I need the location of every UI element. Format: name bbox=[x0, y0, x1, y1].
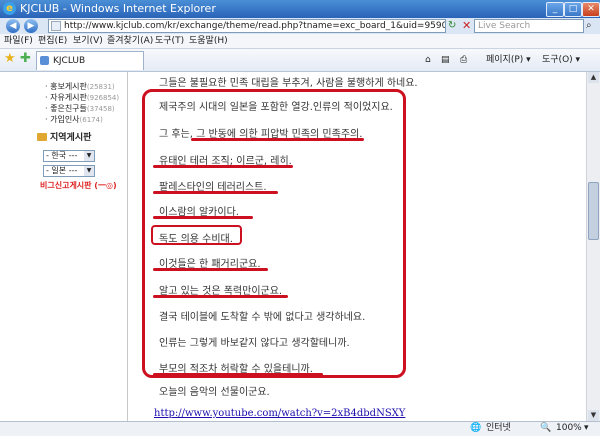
region-select-korea[interactable]: - 한국 --- ▼ bbox=[43, 150, 95, 162]
red-underline bbox=[153, 295, 288, 298]
zoom-level[interactable]: 100% bbox=[556, 422, 582, 435]
article-line: 그들은 불필요한 민족 대립을 부추겨, 사람을 불행하게 하네요. bbox=[159, 78, 418, 89]
region-board-title: 지역게시판 bbox=[37, 130, 91, 143]
close-icon[interactable]: ✕ bbox=[582, 2, 600, 17]
search-input[interactable]: Live Search bbox=[474, 19, 584, 33]
tools-menu-label: 도구(O) bbox=[542, 55, 573, 65]
back-icon[interactable]: ◀ bbox=[6, 19, 20, 33]
article-line: 오늘의 음악의 선물이군요. bbox=[159, 387, 270, 398]
home-icon[interactable]: ⌂ bbox=[425, 53, 431, 67]
favorites-star-icon[interactable]: ★ bbox=[4, 52, 18, 66]
address-input[interactable]: http://www.kjclub.com/kr/exchange/theme/… bbox=[48, 19, 446, 33]
select-value: - 일본 --- bbox=[46, 166, 78, 175]
tools-menu-button[interactable]: 도구(O) ▾ bbox=[542, 53, 580, 67]
print-icon[interactable]: ⎙ bbox=[460, 53, 467, 67]
sidebar-item-label: 홍보게시판 bbox=[50, 82, 87, 91]
menu-favorites[interactable]: 즐겨찾기(A) bbox=[107, 34, 153, 48]
sidebar-item-label: 가입인사 bbox=[50, 115, 80, 124]
tab-title: KJCLUB bbox=[53, 56, 86, 66]
page-menu-button[interactable]: 페이지(P) ▾ bbox=[486, 53, 531, 67]
chevron-down-icon[interactable]: ▾ bbox=[584, 422, 589, 435]
title-bar: e KJCLUB - Windows Internet Explorer _ □… bbox=[0, 0, 600, 18]
article-line: 결국 테이블에 도착할 수 밖에 없다고 생각하네요. bbox=[159, 312, 366, 323]
scroll-thumb[interactable] bbox=[588, 182, 599, 240]
scroll-down-icon[interactable]: ▼ bbox=[588, 410, 599, 421]
scroll-up-icon[interactable]: ▲ bbox=[588, 72, 599, 83]
maximize-icon[interactable]: □ bbox=[564, 2, 582, 17]
menu-tools[interactable]: 도구(T) bbox=[155, 34, 184, 48]
sidebar-item-friends[interactable]: · 좋은친구들(37458) bbox=[45, 103, 115, 114]
sidebar-item-free[interactable]: · 자유게시판(926854) bbox=[45, 92, 119, 103]
sidebar-item-promo[interactable]: · 홍보게시판(25831) bbox=[45, 81, 115, 92]
sidebar-item-count: (6174) bbox=[79, 116, 103, 124]
feeds-icon[interactable]: ▤ bbox=[441, 53, 450, 67]
status-bar: 🌐 인터넷 🔍 100% ▾ bbox=[0, 421, 600, 436]
menu-bar: 파일(F) 편집(E) 보기(V) 즐겨찾기(A) 도구(T) 도움말(H) bbox=[0, 34, 600, 49]
page-icon bbox=[51, 21, 61, 31]
sidebar-item-label: 자유게시판 bbox=[50, 93, 87, 102]
add-favorites-icon[interactable]: ✚ bbox=[20, 52, 34, 66]
youtube-link[interactable]: http://www.youtube.com/watch?v=2xB4dbdNS… bbox=[154, 408, 405, 419]
url-text: http://www.kjclub.com/kr/exchange/theme/… bbox=[64, 21, 445, 31]
red-underline bbox=[153, 191, 278, 194]
red-underline bbox=[153, 216, 253, 219]
red-underline bbox=[191, 138, 364, 141]
ie-logo-icon: e bbox=[3, 2, 16, 15]
sidebar-item-label: 좋은친구들 bbox=[50, 104, 87, 113]
sidebar-item-count: (926854) bbox=[86, 94, 120, 102]
article-body: 그들은 불필요한 민족 대립을 부추겨, 사람을 불행하게 하네요. 제국주의 … bbox=[128, 72, 586, 421]
minimize-icon[interactable]: _ bbox=[546, 2, 564, 17]
article-line: 제국주의 시대의 일본을 포함한 열강.인류의 적이었지요. bbox=[159, 102, 393, 113]
red-underline bbox=[153, 268, 268, 271]
vertical-scrollbar[interactable]: ▲ ▼ bbox=[586, 72, 600, 421]
chevron-down-icon: ▼ bbox=[84, 166, 94, 176]
sidebar-item-greetings[interactable]: · 가입인사(6174) bbox=[45, 114, 103, 125]
forward-icon[interactable]: ▶ bbox=[24, 19, 38, 33]
red-underline bbox=[153, 165, 293, 168]
zoom-icon[interactable]: 🔍 bbox=[540, 422, 551, 435]
menu-help[interactable]: 도움말(H) bbox=[189, 34, 228, 48]
address-toolbar: ◀ ▶ http://www.kjclub.com/kr/exchange/th… bbox=[0, 18, 600, 34]
globe-icon: 🌐 bbox=[470, 423, 482, 433]
stop-icon[interactable]: ✕ bbox=[462, 19, 474, 33]
refresh-icon[interactable]: ↻ bbox=[448, 19, 460, 33]
zone-label: 인터넷 bbox=[486, 423, 511, 433]
article-line: 인류는 그렇게 바보같지 않다고 생각할테니까. bbox=[159, 338, 350, 349]
sidebar: · 홍보게시판(25831) · 자유게시판(926854) · 좋은친구들(3… bbox=[35, 72, 127, 421]
chevron-down-icon: ▼ bbox=[84, 151, 94, 161]
menu-file[interactable]: 파일(F) bbox=[4, 34, 33, 48]
menu-view[interactable]: 보기(V) bbox=[73, 34, 103, 48]
sidebar-item-count: (37458) bbox=[86, 105, 115, 113]
tab-kjclub[interactable]: KJCLUB bbox=[36, 51, 144, 70]
page-menu-label: 페이지(P) bbox=[486, 55, 524, 65]
menu-edit[interactable]: 편집(E) bbox=[38, 34, 67, 48]
region-board-label: 지역게시판 bbox=[50, 133, 92, 143]
select-value: - 한국 --- bbox=[46, 151, 78, 160]
report-board-link[interactable]: 비그신고게시판 (一◎) bbox=[40, 180, 117, 191]
page-content: · 홍보게시판(25831) · 자유게시판(926854) · 좋은친구들(3… bbox=[0, 72, 586, 421]
red-underline bbox=[153, 373, 323, 376]
red-highlight-box bbox=[151, 225, 242, 245]
folder-icon bbox=[37, 133, 47, 141]
site-favicon-icon bbox=[40, 56, 49, 65]
tab-bar: ★ ✚ KJCLUB ⌂ ▤ ⎙ 페이지(P) ▾ 도구(O) ▾ bbox=[0, 49, 600, 72]
sidebar-item-count: (25831) bbox=[86, 83, 115, 91]
window-title: KJCLUB - Windows Internet Explorer bbox=[20, 2, 216, 15]
region-select-japan[interactable]: - 일본 --- ▼ bbox=[43, 165, 95, 177]
search-icon[interactable]: ⌕ bbox=[586, 19, 598, 33]
